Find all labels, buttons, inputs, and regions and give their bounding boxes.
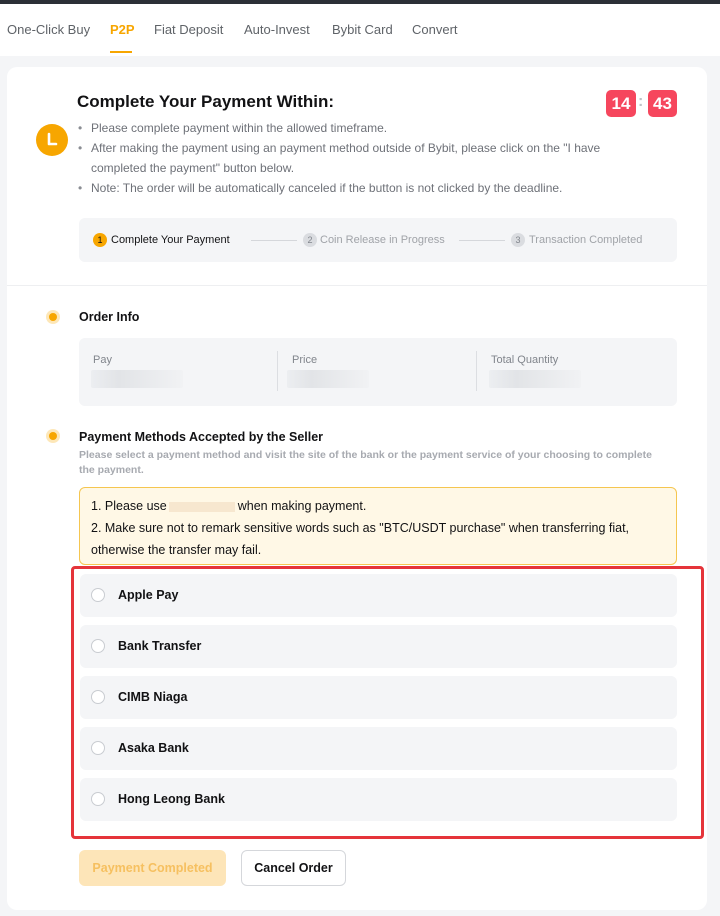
instructions-list: Please complete payment within the allow… [77, 118, 637, 198]
notice-line-1-prefix: 1. Please use [91, 499, 167, 513]
progress-steps: 1 Complete Your Payment 2 Coin Release i… [79, 218, 677, 262]
nav-tab-auto-invest[interactable]: Auto-Invest [244, 22, 310, 37]
payment-notice: 1. Please use when making payment. 2. Mak… [79, 487, 677, 565]
redacted-name [168, 501, 235, 512]
cancel-order-button[interactable]: Cancel Order [241, 850, 346, 886]
nav-tab-fiat-deposit[interactable]: Fiat Deposit [154, 22, 223, 37]
payment-methods-title: Payment Methods Accepted by the Seller [79, 430, 324, 444]
section-bullet-icon [49, 432, 57, 440]
step-number: 2 [303, 233, 317, 247]
instruction-item: Please complete payment within the allow… [77, 118, 637, 138]
step-label-complete-payment: Complete Your Payment [111, 234, 230, 246]
payment-options-highlight [71, 566, 704, 839]
payment-methods-description: Please select a payment method and visit… [79, 449, 652, 476]
clock-icon [36, 124, 68, 156]
instruction-item: After making the payment using an paymen… [77, 138, 637, 178]
step-connector [251, 240, 297, 241]
notice-line-1: 1. Please use when making payment. [91, 495, 676, 517]
notice-line-2: 2. Make sure not to remark sensitive wor… [91, 521, 630, 557]
field-divider [476, 351, 477, 391]
step-label-coin-release: Coin Release in Progress [320, 234, 445, 246]
total-quantity-label: Total Quantity [491, 354, 559, 366]
section-bullet-icon [49, 313, 57, 321]
price-value-redacted [287, 370, 369, 388]
price-label: Price [292, 354, 318, 366]
timer-separator: : [638, 93, 644, 110]
timer-minutes: 14 [606, 90, 636, 117]
timer-seconds: 43 [648, 90, 677, 117]
nav-tab-p2p[interactable]: P2P [110, 22, 135, 37]
step-number: 3 [511, 233, 525, 247]
pay-label: Pay [93, 354, 112, 366]
step-label-transaction-completed: Transaction Completed [529, 234, 643, 246]
section-divider [7, 285, 707, 286]
page-title: Complete Your Payment Within: [77, 92, 335, 111]
pay-value-redacted [91, 370, 183, 388]
total-quantity-value-redacted [489, 370, 581, 388]
step-connector [459, 240, 505, 241]
step-number: 1 [93, 233, 107, 247]
order-info-title: Order Info [79, 310, 140, 324]
notice-line-1-suffix: when making payment. [237, 499, 367, 513]
payment-completed-button[interactable]: Payment Completed [79, 850, 226, 886]
active-tab-indicator [110, 51, 132, 53]
order-info-box: Pay Price Total Quantity [79, 338, 677, 406]
top-nav: One-Click Buy P2P Fiat Deposit Auto-Inve… [0, 4, 720, 56]
nav-tab-convert[interactable]: Convert [412, 22, 458, 37]
field-divider [277, 351, 278, 391]
instruction-item: Note: The order will be automatically ca… [77, 178, 637, 198]
nav-tab-one-click-buy[interactable]: One-Click Buy [7, 22, 90, 37]
nav-tab-bybit-card[interactable]: Bybit Card [332, 22, 393, 37]
